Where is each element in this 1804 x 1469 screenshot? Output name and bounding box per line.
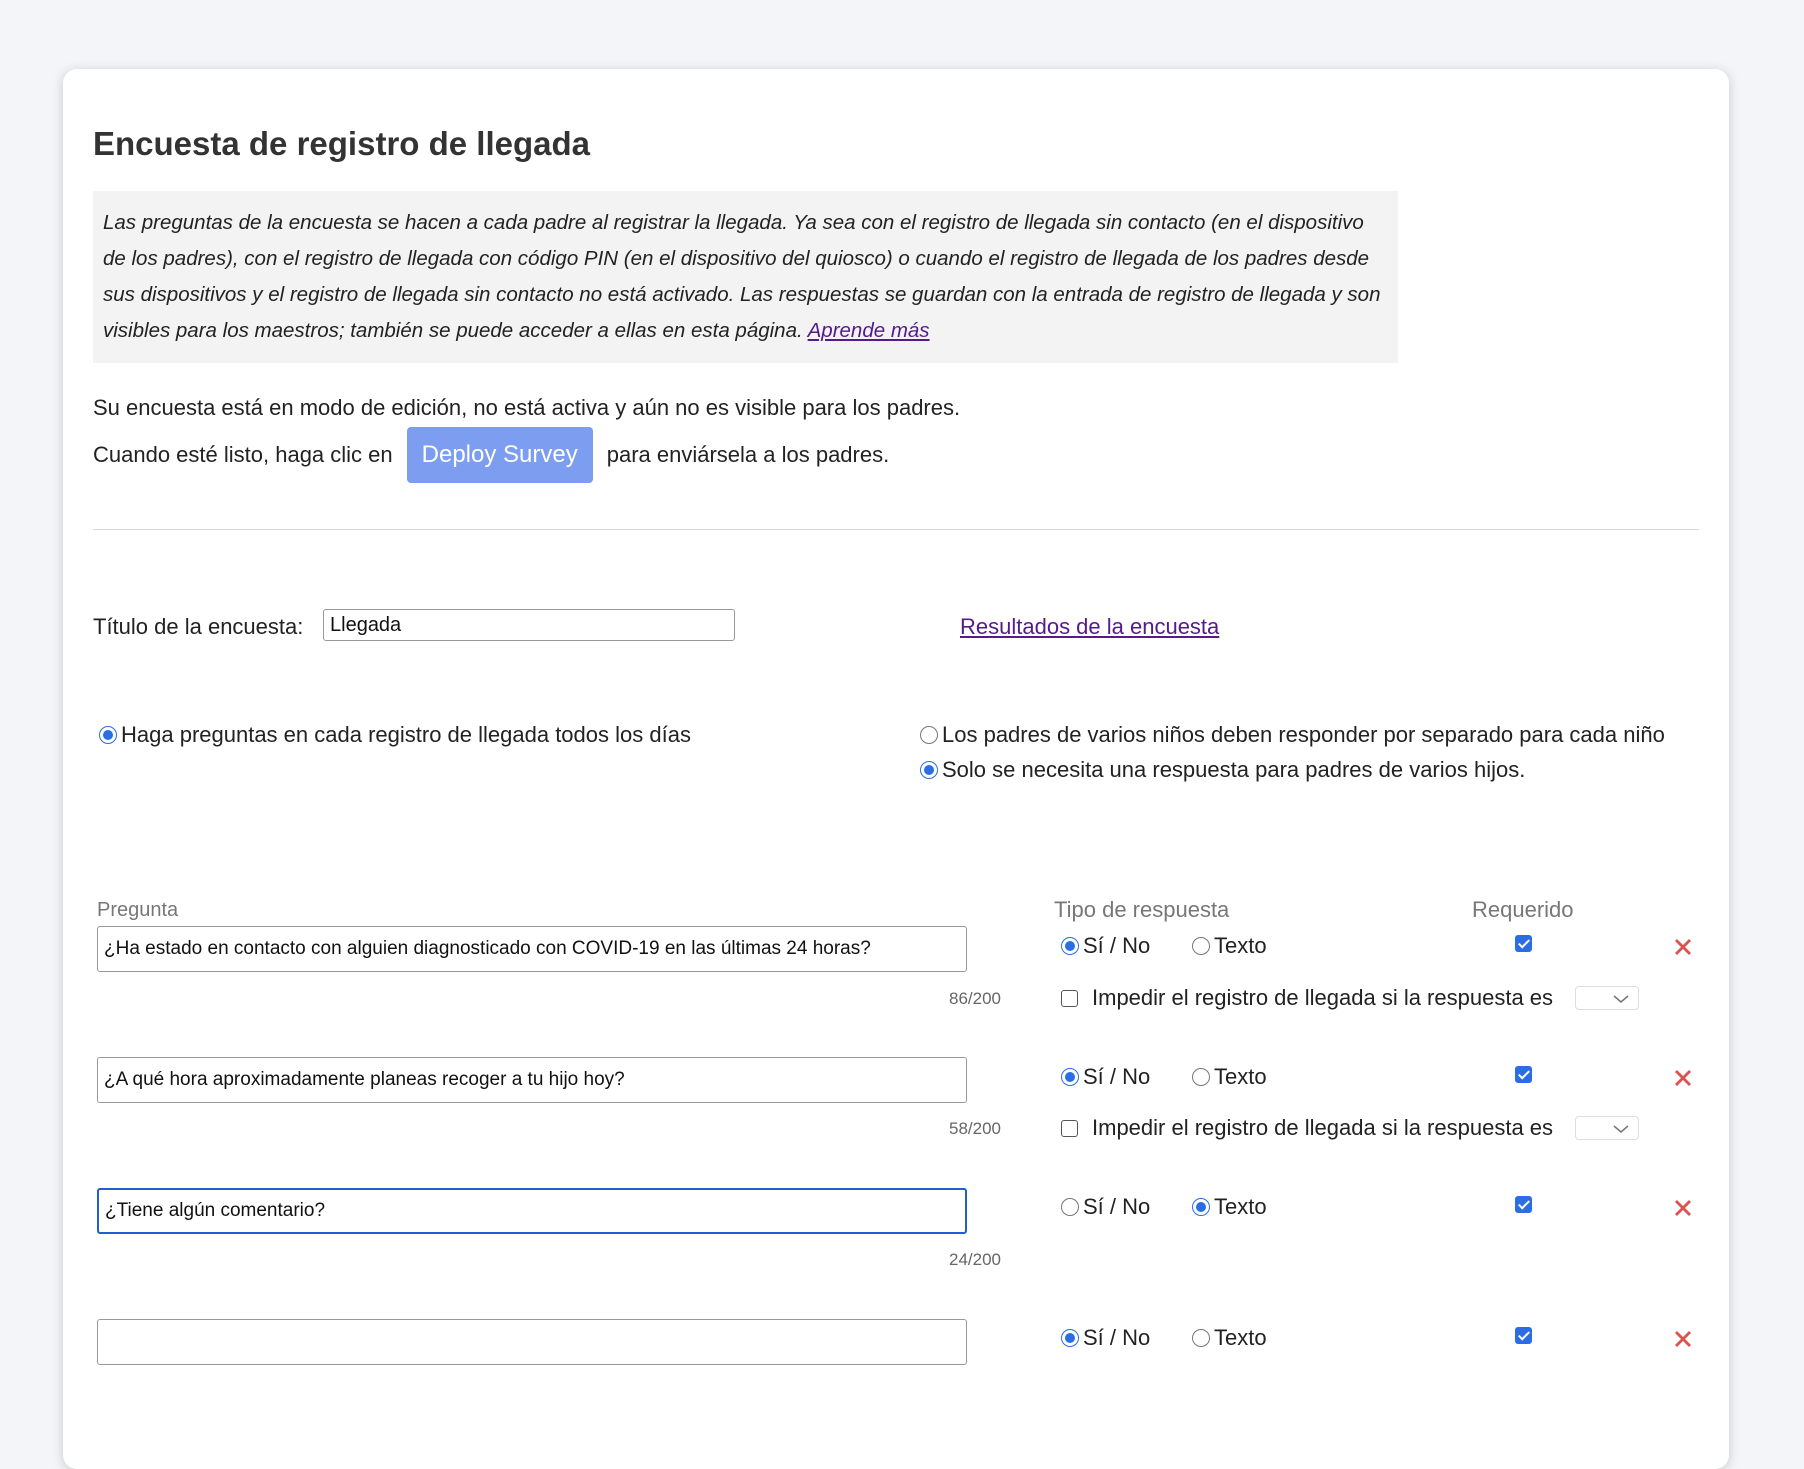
delete-icon[interactable] (1671, 1327, 1695, 1351)
type-text-option-2[interactable]: Texto (1192, 1064, 1267, 1090)
type-text-radio-4[interactable] (1192, 1329, 1210, 1347)
question-input-4[interactable] (97, 1319, 967, 1365)
type-yesno-label-4: Sí / No (1083, 1325, 1151, 1350)
type-text-radio-1[interactable] (1192, 937, 1210, 955)
block-answer-select-2[interactable] (1575, 1116, 1639, 1140)
block-answer-select-1[interactable] (1575, 986, 1639, 1010)
block-checkin-checkbox-2[interactable] (1061, 1119, 1078, 1137)
multi-child-separate-option[interactable]: Los padres de varios niños deben respond… (920, 722, 1665, 748)
learn-more-link[interactable]: Aprende más (808, 319, 930, 342)
char-counter-3: 24/200 (949, 1250, 1001, 1269)
survey-title-input[interactable] (323, 609, 735, 641)
divider (93, 529, 1699, 530)
delete-icon[interactable] (1671, 1066, 1695, 1090)
type-text-radio-3[interactable] (1192, 1198, 1210, 1216)
status-line-deploy: Cuando esté listo, haga clic en Deploy S… (93, 427, 889, 483)
column-header-question: Pregunta (97, 899, 179, 921)
multi-child-single-radio[interactable] (920, 761, 938, 779)
status-line-edit-mode: Su encuesta está en modo de edición, no … (93, 395, 961, 420)
multi-child-separate-radio[interactable] (920, 726, 938, 744)
survey-card: Encuesta de registro de llegada Las preg… (63, 69, 1729, 1469)
delete-icon[interactable] (1671, 935, 1695, 959)
char-counter-2: 58/200 (949, 1119, 1001, 1138)
type-text-option-1[interactable]: Texto (1192, 933, 1267, 959)
column-header-answer-type: Tipo de respuesta (1054, 897, 1230, 922)
question-input-3[interactable] (97, 1188, 967, 1234)
type-yesno-option-3[interactable]: Sí / No (1061, 1194, 1150, 1220)
block-checkin-label-2: Impedir el registro de llegada si la res… (1092, 1115, 1554, 1140)
type-text-label-4: Texto (1214, 1325, 1267, 1350)
type-yesno-option-4[interactable]: Sí / No (1061, 1325, 1150, 1351)
deploy-survey-button[interactable]: Deploy Survey (406, 427, 593, 483)
type-text-option-4[interactable]: Texto (1192, 1325, 1267, 1351)
type-yesno-label-2: Sí / No (1083, 1064, 1151, 1089)
page-title: Encuesta de registro de llegada (93, 125, 590, 162)
block-checkin-label-1: Impedir el registro de llegada si la res… (1092, 985, 1554, 1010)
info-text: Las preguntas de la encuesta se hacen a … (103, 211, 1381, 342)
column-header-required: Requerido (1472, 897, 1574, 922)
block-checkin-option-2[interactable]: Impedir el registro de llegada si la res… (1061, 1115, 1553, 1141)
type-yesno-radio-3[interactable] (1061, 1198, 1079, 1216)
question-input-1[interactable] (97, 926, 967, 972)
type-yesno-radio-2[interactable] (1061, 1068, 1079, 1086)
type-text-label-2: Texto (1214, 1064, 1267, 1089)
type-text-label-3: Texto (1214, 1194, 1267, 1219)
block-checkin-option-1[interactable]: Impedir el registro de llegada si la res… (1061, 985, 1553, 1011)
required-checkbox-1[interactable] (1515, 935, 1532, 952)
multi-child-single-option[interactable]: Solo se necesita una respuesta para padr… (920, 757, 1525, 783)
required-checkbox-3[interactable] (1515, 1196, 1532, 1213)
chevron-down-icon (1613, 1125, 1629, 1134)
multi-child-separate-label: Los padres de varios niños deben respond… (942, 722, 1665, 747)
type-text-label-1: Texto (1214, 933, 1267, 958)
type-yesno-label-3: Sí / No (1083, 1194, 1151, 1219)
info-box: Las preguntas de la encuesta se hacen a … (93, 191, 1398, 363)
frequency-radio[interactable] (99, 726, 117, 744)
type-yesno-radio-1[interactable] (1061, 937, 1079, 955)
type-yesno-radio-4[interactable] (1061, 1329, 1079, 1347)
status-line-before: Cuando esté listo, haga clic en (93, 442, 393, 467)
multi-child-single-label: Solo se necesita una respuesta para padr… (942, 757, 1526, 782)
type-yesno-option-1[interactable]: Sí / No (1061, 933, 1150, 959)
frequency-every-checkin-option[interactable]: Haga preguntas en cada registro de llega… (99, 722, 691, 748)
type-yesno-option-2[interactable]: Sí / No (1061, 1064, 1150, 1090)
frequency-label: Haga preguntas en cada registro de llega… (121, 722, 691, 747)
type-yesno-label-1: Sí / No (1083, 933, 1151, 958)
survey-title-label: Título de la encuesta: (93, 614, 304, 639)
type-text-radio-2[interactable] (1192, 1068, 1210, 1086)
survey-results-link[interactable]: Resultados de la encuesta (960, 614, 1219, 640)
delete-icon[interactable] (1671, 1196, 1695, 1220)
type-text-option-3[interactable]: Texto (1192, 1194, 1267, 1220)
required-checkbox-2[interactable] (1515, 1066, 1532, 1083)
char-counter-1: 86/200 (949, 989, 1001, 1008)
question-input-2[interactable] (97, 1057, 967, 1103)
chevron-down-icon (1613, 995, 1629, 1004)
required-checkbox-4[interactable] (1515, 1327, 1532, 1344)
block-checkin-checkbox-1[interactable] (1061, 989, 1078, 1007)
status-line-after: para enviársela a los padres. (606, 442, 890, 467)
